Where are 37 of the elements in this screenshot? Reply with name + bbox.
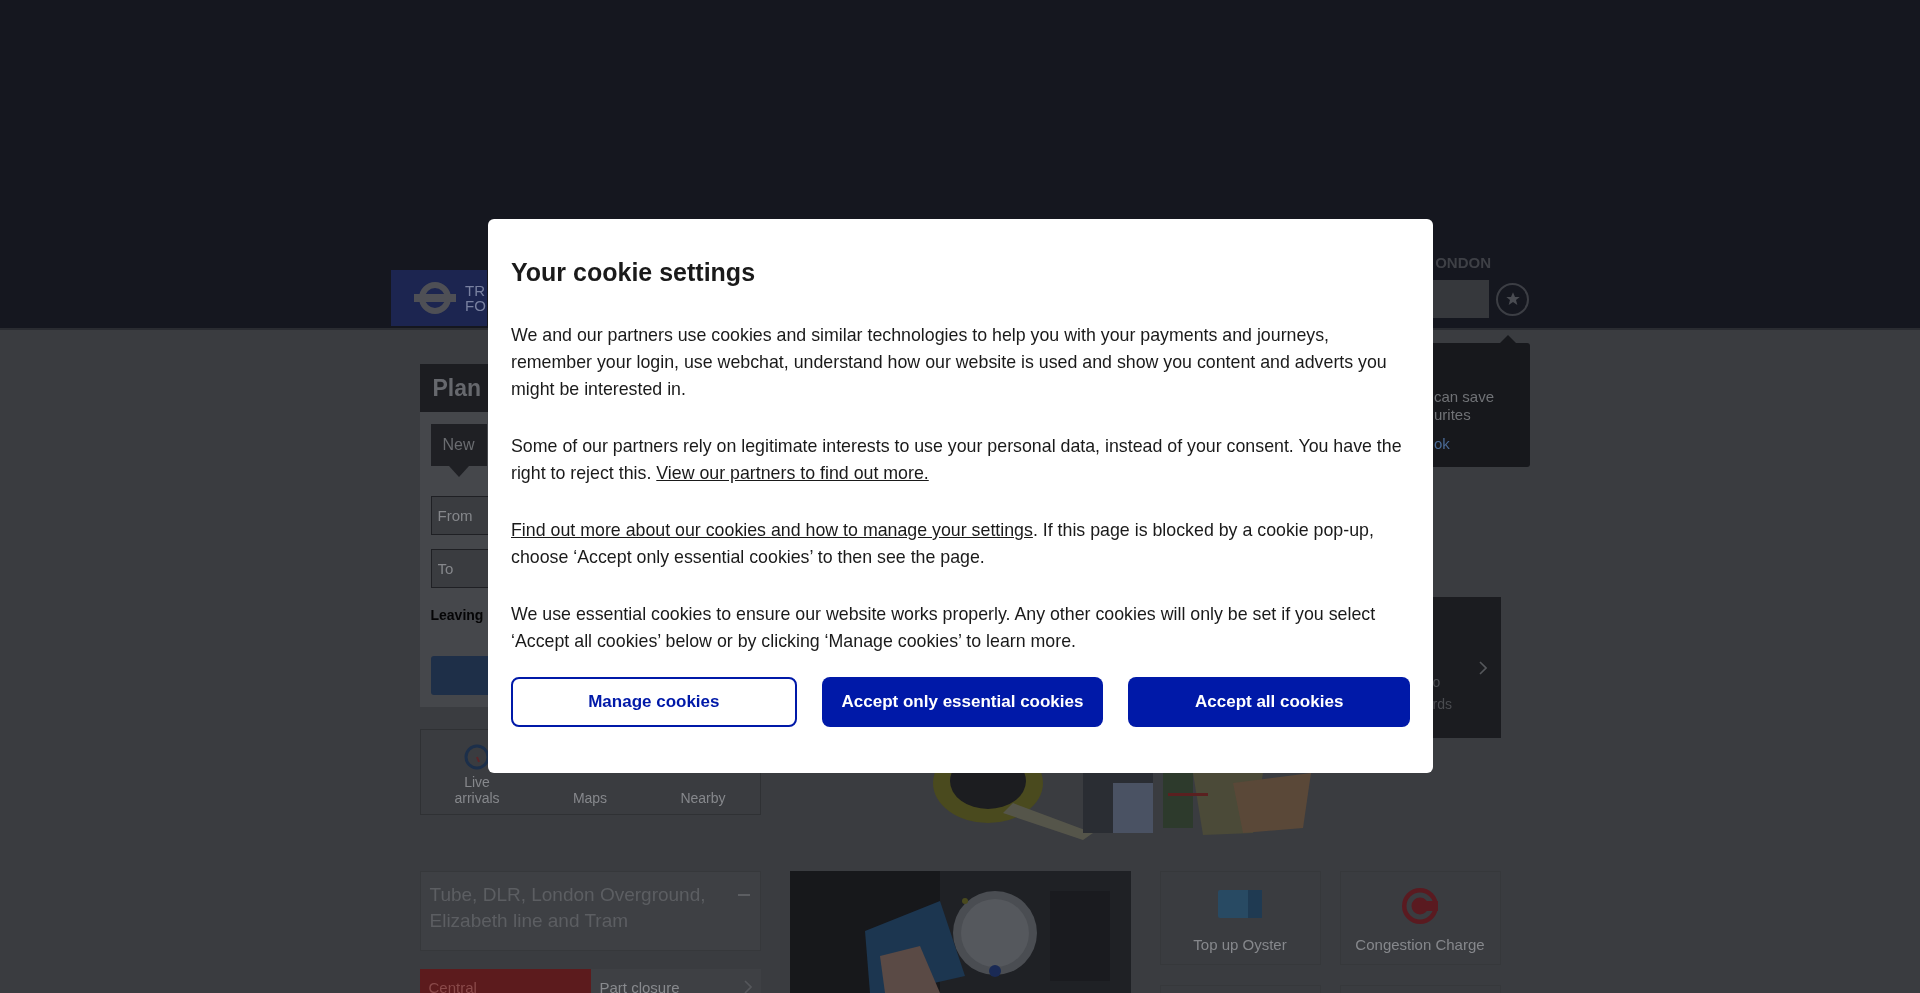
chevron-icon <box>1478 660 1487 675</box>
logo-text: FO <box>465 298 486 313</box>
quick-link[interactable]: Maps <box>559 790 621 806</box>
dialog-paragraph: Find out more about our cookies and how to manage your settings. If this page is blocked by a cookie pop-up, choose ‘Accept only essential cookies’ to then see the page. <box>511 519 1375 569</box>
tile-label: Top up Oyster <box>1193 934 1287 955</box>
tile-card[interactable]: Congestion Charge <box>1339 871 1501 965</box>
tooltip-text: can save <box>1434 388 1496 406</box>
quick-link[interactable]: Nearby <box>672 790 734 806</box>
dialog-paragraph: We use essential cookies to ensure our website works properly. Any other cookies will only be set if you select ‘Accept all cookies’ below or by clicking ‘Manage cookies’ to learn more. <box>511 603 1377 653</box>
status-text: Part closure <box>599 978 681 993</box>
dialog-link[interactable]: View our partners to find out more. <box>656 463 929 483</box>
dialog-paragraph: We and our partners use cookies and similar technologies to help you with your payments and journeys, remember your login, use webchat, understand how our website is used and show you content and adverts you might be interested in. <box>511 324 1388 401</box>
planner-title: Plan <box>432 373 482 403</box>
cookie-button[interactable]: Manage cookies <box>511 677 797 727</box>
tile-label: Congestion Charge <box>1355 934 1485 955</box>
cookie-button[interactable]: Accept all cookies <box>1128 677 1410 727</box>
clock-icon <box>464 744 490 770</box>
card-icon <box>1216 887 1264 920</box>
logo-banner[interactable]: TR FO <box>391 270 487 326</box>
tile-card[interactable]: Top up Oyster <box>1159 871 1321 965</box>
logo-text: TR <box>465 283 486 298</box>
planner-tab[interactable]: New <box>430 424 487 466</box>
tooltip-text: urites <box>1434 406 1472 424</box>
tooltip-link[interactable]: ok <box>1434 433 1530 456</box>
tab-pointer <box>448 466 469 477</box>
cookie-button[interactable]: Accept only essential cookies <box>821 677 1104 727</box>
dialog-paragraph: Some of our partners rely on legitimate interests to use your personal data, instead of your consent. You have the right to reject this. View our partners to find out more. <box>511 435 1403 485</box>
dialog-title: Your cookie settings <box>511 257 757 287</box>
c-sign-icon <box>1400 885 1440 926</box>
quick-link[interactable]: Live arrivals <box>446 774 508 806</box>
dialog-link[interactable]: Find out more about our cookies and how to manage your settings <box>511 520 1033 540</box>
favourites-button[interactable] <box>1496 282 1529 316</box>
line-status[interactable]: Part closure <box>590 969 761 993</box>
star-icon <box>1504 291 1521 307</box>
roundel-icon <box>413 281 457 315</box>
leaving-label: Leaving <box>430 606 484 625</box>
chevron-icon <box>743 980 752 993</box>
